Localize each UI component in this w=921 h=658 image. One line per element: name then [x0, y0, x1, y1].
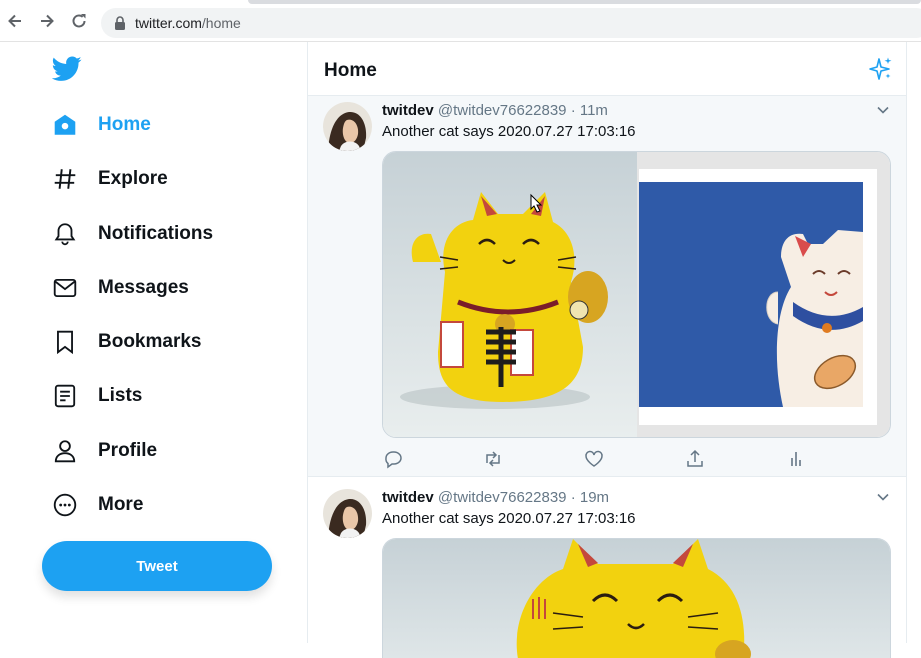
- twitter-logo-icon[interactable]: [52, 56, 82, 82]
- nav-messages-label: Messages: [98, 277, 189, 298]
- share-icon[interactable]: [684, 448, 706, 470]
- nav-more-label: More: [98, 494, 144, 515]
- author-name[interactable]: twitdev: [382, 489, 434, 506]
- reload-icon[interactable]: [69, 11, 89, 31]
- url-path: /home: [201, 15, 241, 31]
- tweet-meta: twitdev @twitdev76622839 · 11m: [382, 102, 608, 119]
- avatar[interactable]: [323, 102, 372, 151]
- retweet-icon[interactable]: [482, 448, 504, 470]
- nav-bookmarks[interactable]: Bookmarks: [50, 327, 202, 357]
- nav-notifications[interactable]: Notifications: [50, 219, 213, 249]
- separator-dot: ·: [570, 489, 576, 506]
- tweet-media[interactable]: [382, 538, 891, 658]
- page-title: Home: [324, 60, 377, 81]
- tweet-meta: twitdev @twitdev76622839 · 19m: [382, 489, 609, 506]
- sparkle-icon[interactable]: [869, 56, 893, 82]
- chevron-down-icon[interactable]: [876, 105, 890, 115]
- tab-strip-edge: [248, 0, 921, 4]
- hashtag-icon: [50, 164, 80, 194]
- nav-more[interactable]: More: [50, 490, 143, 520]
- forward-arrow-icon[interactable]: [37, 11, 57, 31]
- column-divider: [906, 42, 907, 643]
- nav-lists[interactable]: Lists: [50, 381, 142, 411]
- heart-icon[interactable]: [583, 448, 605, 470]
- nav-explore-label: Explore: [98, 168, 168, 189]
- url-text: twitter.com/home: [135, 15, 241, 31]
- nav-messages[interactable]: Messages: [50, 273, 189, 303]
- analytics-icon[interactable]: [785, 448, 807, 470]
- nav-profile-label: Profile: [98, 440, 158, 461]
- nav-home[interactable]: Home: [50, 110, 151, 140]
- bell-icon: [50, 219, 80, 249]
- url-host: twitter.com: [135, 15, 202, 31]
- back-arrow-icon[interactable]: [5, 11, 25, 31]
- nav-lists-label: Lists: [98, 385, 143, 406]
- tweet[interactable]: twitdev @twitdev76622839 · 19m Another c…: [308, 478, 906, 658]
- cat-photo-image[interactable]: [383, 539, 891, 658]
- nav-profile[interactable]: Profile: [50, 436, 157, 466]
- more-circle-icon: [50, 490, 80, 520]
- bookmark-icon: [50, 327, 80, 357]
- author-handle[interactable]: @twitdev76622839: [438, 489, 567, 506]
- tweet-media[interactable]: [382, 151, 891, 438]
- envelope-icon: [50, 273, 80, 303]
- tweet-actions: [382, 448, 822, 470]
- author-handle[interactable]: @twitdev76622839: [438, 102, 567, 119]
- nav-bookmarks-label: Bookmarks: [98, 331, 202, 352]
- person-icon: [50, 436, 80, 466]
- nav-explore[interactable]: Explore: [50, 164, 168, 194]
- tweet-button[interactable]: Tweet: [42, 541, 272, 591]
- nav-notifications-label: Notifications: [98, 223, 214, 244]
- separator-dot: ·: [570, 102, 576, 119]
- tweet-text: Another cat says 2020.07.27 17:03:16: [382, 510, 636, 527]
- reply-icon[interactable]: [382, 448, 404, 470]
- author-name[interactable]: twitdev: [382, 102, 434, 119]
- home-icon: [50, 110, 80, 140]
- tweet[interactable]: twitdev @twitdev76622839 · 11m Another c…: [308, 96, 906, 477]
- tweet-time[interactable]: 11m: [580, 102, 608, 119]
- lock-icon: [115, 16, 125, 30]
- left-sidebar: Home Explore Notifications Messages Book…: [0, 42, 307, 643]
- avatar[interactable]: [323, 489, 372, 538]
- address-bar[interactable]: twitter.com/home: [101, 8, 921, 38]
- list-icon: [50, 381, 80, 411]
- tweet-text: Another cat says 2020.07.27 17:03:16: [382, 123, 636, 140]
- nav-home-label: Home: [98, 114, 151, 135]
- tweet-time[interactable]: 19m: [580, 489, 609, 506]
- timeline-header: Home: [308, 42, 906, 96]
- browser-toolbar: twitter.com/home: [0, 0, 921, 42]
- chevron-down-icon[interactable]: [876, 492, 890, 502]
- cat-photos-image[interactable]: [383, 152, 891, 438]
